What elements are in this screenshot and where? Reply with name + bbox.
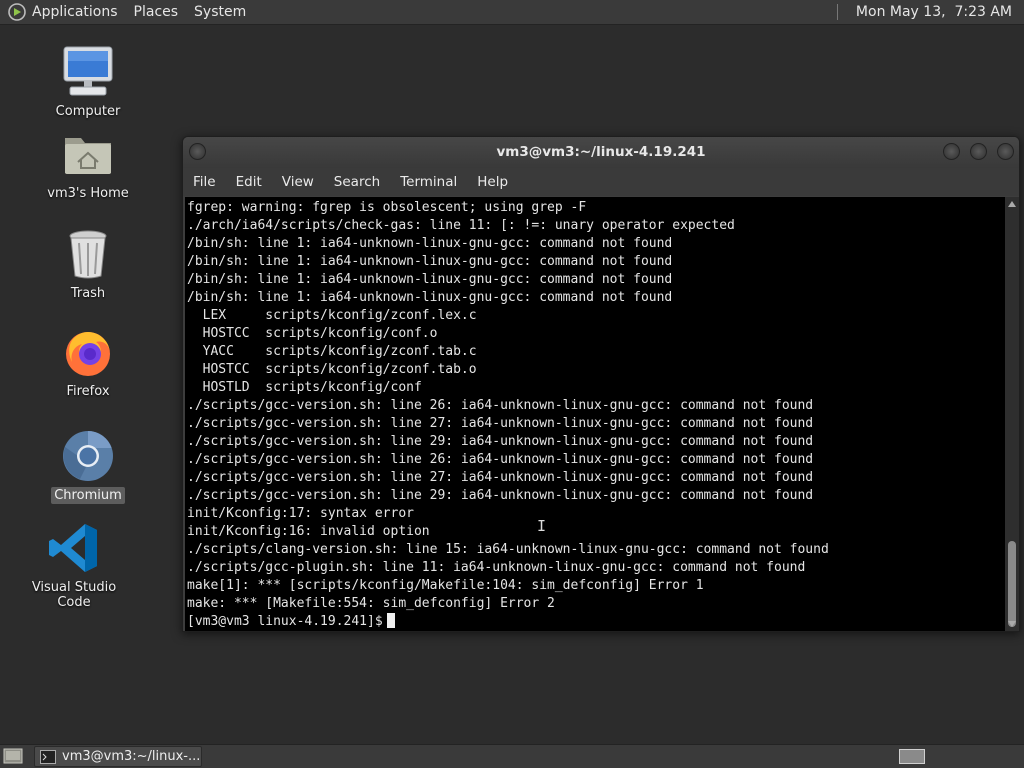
terminal-line: make[1]: *** [scripts/kconfig/Makefile:1…: [187, 578, 704, 593]
vscode-label: Visual Studio Code: [31, 580, 117, 610]
computer-icon: [63, 46, 113, 96]
home-folder-icon: [65, 138, 111, 174]
scroll-down-arrow-icon[interactable]: [1008, 621, 1016, 627]
menu-search[interactable]: Search: [324, 174, 390, 190]
vscode-icon: [49, 524, 97, 572]
bottom-panel: vm3@vm3:~/linux-...: [0, 744, 1024, 768]
desktop-icon-chromium[interactable]: Chromium: [33, 428, 143, 504]
window-title: vm3@vm3:~/linux-4.19.241: [496, 144, 706, 160]
terminal-line: HOSTCC scripts/kconfig/conf.o: [187, 326, 438, 341]
terminal-line: YACC scripts/kconfig/zconf.tab.c: [187, 344, 477, 359]
desktop-icon-vscode[interactable]: Visual Studio Code: [19, 520, 129, 611]
top-panel: Applications Places System Mon May 13, 7…: [0, 0, 1024, 25]
desktop-icon-trash[interactable]: Trash: [33, 226, 143, 302]
terminal-line: ./scripts/gcc-version.sh: line 27: ia64-…: [187, 416, 814, 431]
text-cursor: [386, 613, 395, 628]
chromium-icon: [63, 431, 113, 481]
firefox-icon: [66, 332, 110, 376]
terminal-line: ./scripts/gcc-version.sh: line 26: ia64-…: [187, 452, 814, 467]
terminal-output[interactable]: fgrep: warning: fgrep is obsolescent; us…: [185, 197, 1005, 631]
terminal-line: init/Kconfig:16: invalid option: [187, 524, 430, 539]
terminal-line: ./scripts/clang-version.sh: line 15: ia6…: [187, 542, 829, 557]
desktop-icon-computer[interactable]: Computer: [33, 44, 143, 120]
desktop-icon-firefox[interactable]: Firefox: [33, 324, 143, 400]
minimize-button[interactable]: [943, 143, 960, 160]
places-menu[interactable]: Places: [126, 4, 187, 20]
maximize-button[interactable]: [970, 143, 987, 160]
window-titlebar[interactable]: vm3@vm3:~/linux-4.19.241: [183, 137, 1019, 168]
terminal-icon: [40, 749, 56, 764]
show-desktop-icon[interactable]: [3, 748, 23, 765]
terminal-line: ./arch/ia64/scripts/check-gas: line 11: …: [187, 218, 735, 233]
terminal-window: vm3@vm3:~/linux-4.19.241 File Edit View …: [182, 136, 1020, 632]
scrollbar-thumb[interactable]: [1008, 541, 1016, 627]
scroll-up-arrow-icon[interactable]: [1008, 201, 1016, 207]
chromium-label: Chromium: [51, 487, 125, 504]
terminal-line: /bin/sh: line 1: ia64-unknown-linux-gnu-…: [187, 254, 673, 269]
terminal-line: LEX scripts/kconfig/zconf.lex.c: [187, 308, 477, 323]
terminal-line: HOSTLD scripts/kconfig/conf: [187, 380, 422, 395]
home-label: vm3's Home: [47, 186, 129, 201]
terminal-line: /bin/sh: line 1: ia64-unknown-linux-gnu-…: [187, 272, 673, 287]
terminal-line: /bin/sh: line 1: ia64-unknown-linux-gnu-…: [187, 290, 673, 305]
menu-terminal[interactable]: Terminal: [390, 174, 467, 190]
clock[interactable]: Mon May 13, 7:23 AM: [848, 4, 1020, 20]
terminal-line: ./scripts/gcc-version.sh: line 29: ia64-…: [187, 434, 814, 449]
applications-label: Applications: [32, 4, 118, 20]
applications-menu[interactable]: Applications: [0, 3, 126, 21]
terminal-line: /bin/sh: line 1: ia64-unknown-linux-gnu-…: [187, 236, 673, 251]
terminal-scrollbar[interactable]: [1005, 197, 1019, 631]
menu-edit[interactable]: Edit: [226, 174, 272, 190]
menu-help[interactable]: Help: [467, 174, 518, 190]
menu-file[interactable]: File: [183, 174, 226, 190]
mate-logo-icon: [8, 3, 26, 21]
menu-view[interactable]: View: [272, 174, 324, 190]
close-button[interactable]: [997, 143, 1014, 160]
terminal-line: fgrep: warning: fgrep is obsolescent; us…: [187, 200, 587, 215]
prompt-line[interactable]: [vm3@vm3 linux-4.19.241]$: [187, 613, 1005, 631]
workspace-switcher[interactable]: [899, 749, 925, 764]
terminal-line: make: *** [Makefile:554: sim_defconfig] …: [187, 596, 555, 611]
shell-prompt: [vm3@vm3 linux-4.19.241]$: [187, 614, 383, 629]
taskbar-terminal-label: vm3@vm3:~/linux-...: [62, 749, 201, 764]
terminal-line: ./scripts/gcc-version.sh: line 26: ia64-…: [187, 398, 814, 413]
trash-label: Trash: [70, 286, 106, 301]
firefox-label: Firefox: [66, 384, 110, 399]
taskbar-terminal-button[interactable]: vm3@vm3:~/linux-...: [34, 746, 202, 767]
ibeam-cursor-icon: I: [537, 517, 547, 535]
computer-label: Computer: [55, 104, 121, 119]
terminal-line: init/Kconfig:17: syntax error: [187, 506, 414, 521]
terminal-menubar: File Edit View Search Terminal Help: [183, 168, 1019, 196]
desktop-icon-home[interactable]: vm3's Home: [33, 126, 143, 202]
panel-separator: [836, 4, 838, 20]
trash-icon: [69, 230, 107, 279]
terminal-line: ./scripts/gcc-plugin.sh: line 11: ia64-u…: [187, 560, 806, 575]
terminal-line: ./scripts/gcc-version.sh: line 29: ia64-…: [187, 488, 814, 503]
system-menu[interactable]: System: [186, 4, 254, 20]
terminal-line: HOSTCC scripts/kconfig/zconf.tab.o: [187, 362, 477, 377]
terminal-line: ./scripts/gcc-version.sh: line 27: ia64-…: [187, 470, 814, 485]
